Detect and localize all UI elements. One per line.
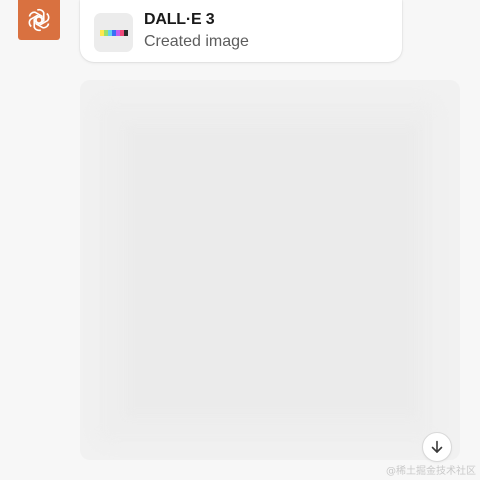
dalle-thumbnail xyxy=(94,13,133,52)
palette-swatch xyxy=(123,29,128,36)
openai-logo-icon xyxy=(26,7,52,33)
image-loading-inner xyxy=(126,126,416,416)
tool-subtitle: Created image xyxy=(144,33,249,50)
generated-image-placeholder xyxy=(80,80,460,460)
arrow-down-icon xyxy=(429,439,445,455)
watermark: @稀土掘金技术社区 xyxy=(386,466,476,477)
assistant-avatar xyxy=(18,0,60,40)
dalle-palette-icon xyxy=(99,29,128,36)
tool-title: DALL·E 3 xyxy=(144,11,215,28)
scroll-to-bottom-button[interactable] xyxy=(422,432,452,462)
dalle-tool-card[interactable]: DALL·E 3 Created image xyxy=(80,0,402,62)
